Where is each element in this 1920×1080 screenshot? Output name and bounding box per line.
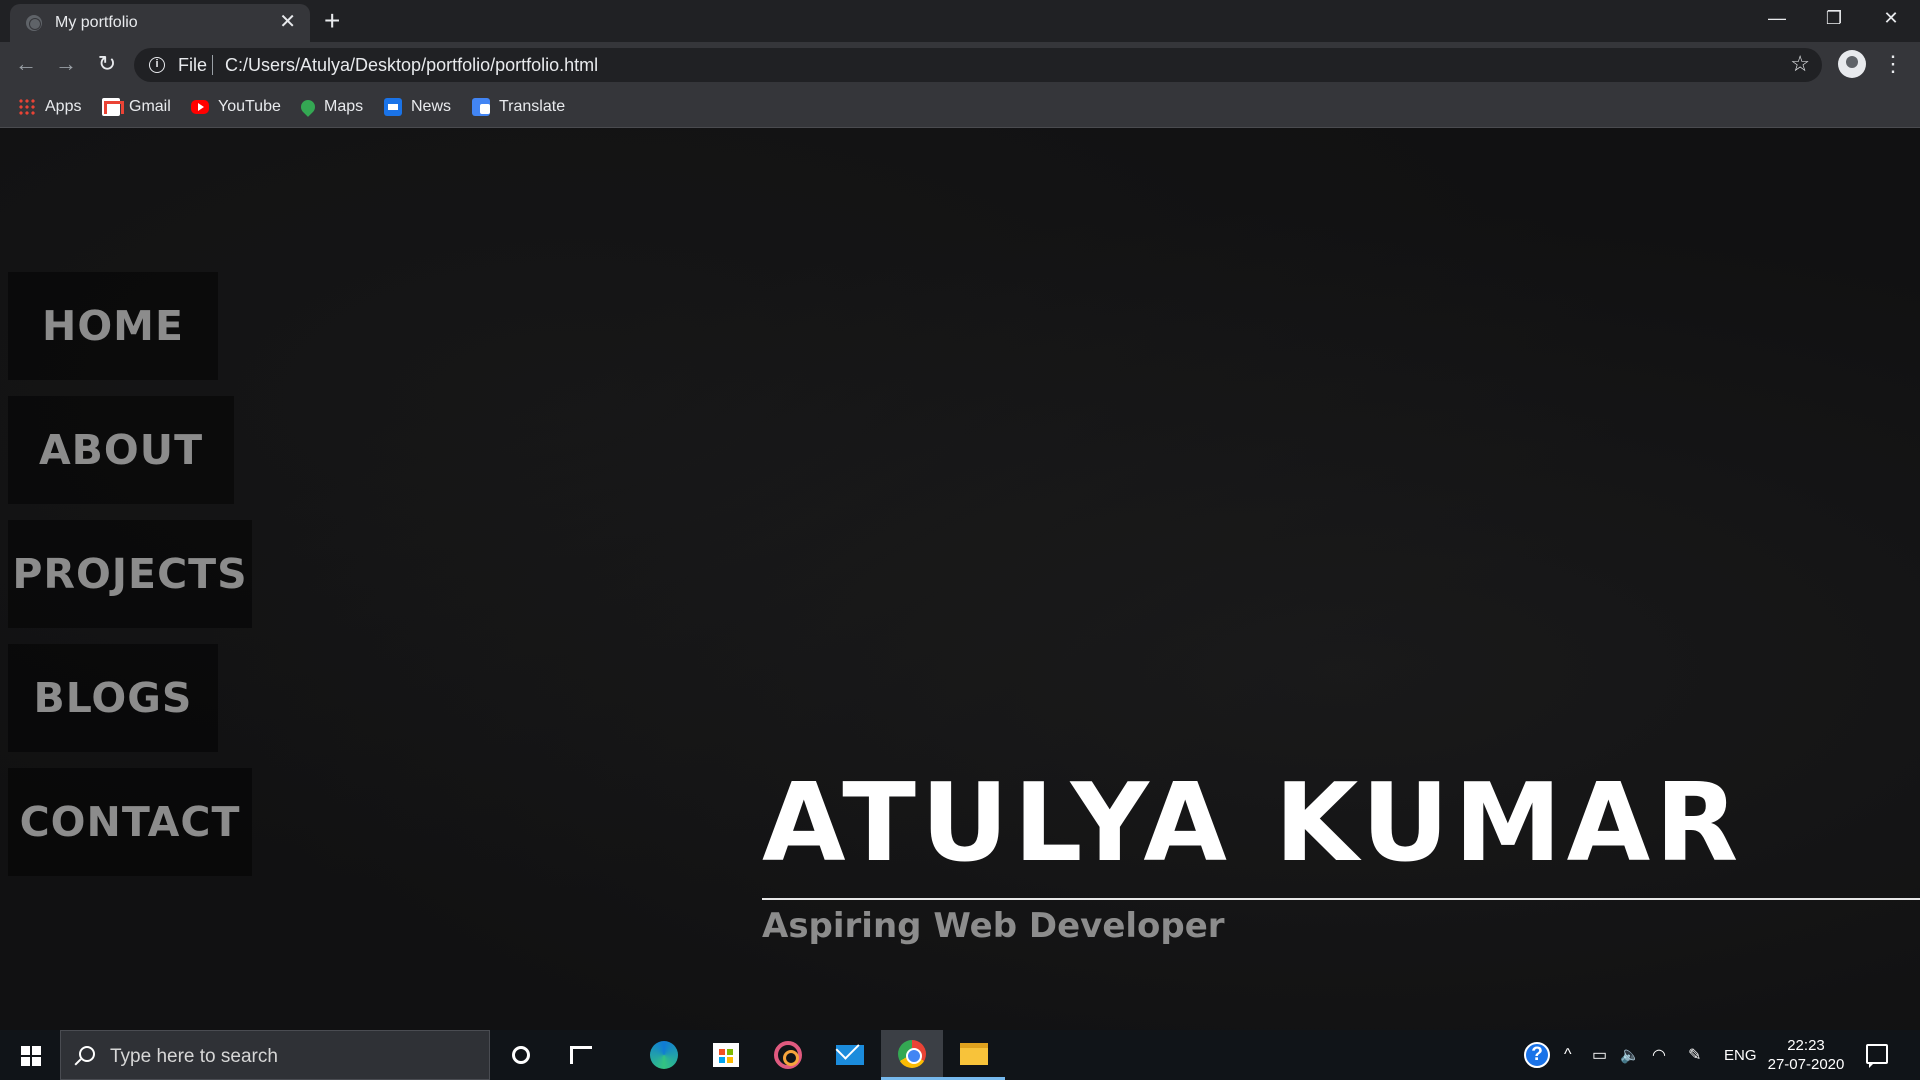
clock-time: 22:23 <box>1787 1037 1825 1054</box>
search-icon <box>79 1046 95 1062</box>
maps-icon <box>298 97 318 117</box>
groove-icon <box>774 1041 802 1069</box>
url-separator <box>212 55 213 75</box>
notification-center-icon[interactable] <box>1866 1044 1888 1068</box>
nav-projects[interactable]: PROJECTS <box>8 520 252 628</box>
edge-icon <box>650 1041 678 1069</box>
store-button[interactable] <box>695 1030 757 1080</box>
new-tab-button[interactable]: + <box>324 5 340 37</box>
pen-icon[interactable]: ✎ <box>1688 1030 1701 1080</box>
language-indicator[interactable]: ENG <box>1724 1030 1757 1080</box>
windows-logo-icon <box>21 1046 41 1066</box>
translate-icon <box>472 98 490 116</box>
apps-grid-icon <box>18 98 36 116</box>
show-hidden-icons-button[interactable]: ^ <box>1564 1030 1572 1080</box>
nav-home[interactable]: HOME <box>8 272 218 380</box>
task-view-icon <box>570 1046 592 1064</box>
bookmark-label: YouTube <box>218 98 281 115</box>
hero-name: ATULYA KUMAR <box>762 761 1744 886</box>
help-icon: ? <box>1524 1042 1550 1068</box>
help-tray[interactable]: ? <box>1524 1030 1550 1080</box>
bookmark-star-icon[interactable]: ☆ <box>1790 51 1810 77</box>
profile-avatar[interactable] <box>1838 50 1866 78</box>
browser-tab[interactable]: My portfolio ✕ <box>10 4 310 42</box>
battery-icon[interactable]: ▭ <box>1592 1030 1607 1080</box>
youtube-icon <box>191 100 209 114</box>
nav-about[interactable]: ABOUT <box>8 396 234 504</box>
nav-contact[interactable]: CONTACT <box>8 768 252 876</box>
bookmark-label: Translate <box>499 98 566 115</box>
taskbar-search-box[interactable]: Type here to search <box>60 1030 490 1080</box>
forward-button[interactable]: → <box>52 50 80 78</box>
gmail-icon <box>102 98 120 116</box>
url-text[interactable]: C:/Users/Atulya/Desktop/portfolio/portfo… <box>225 55 598 76</box>
search-placeholder: Type here to search <box>110 1046 278 1067</box>
site-info-icon[interactable]: i <box>149 57 165 73</box>
globe-icon <box>26 15 42 31</box>
bookmarks-bar: Apps Gmail YouTube Maps News Translate <box>0 86 1920 128</box>
chrome-icon <box>898 1039 926 1068</box>
bookmark-translate[interactable]: Translate <box>472 96 565 118</box>
reload-button[interactable]: ↻ <box>93 50 121 78</box>
bookmark-label: Apps <box>45 98 82 115</box>
close-window-button[interactable]: ✕ <box>1862 0 1920 36</box>
groove-button[interactable] <box>757 1030 819 1080</box>
bookmark-youtube[interactable]: YouTube <box>191 96 281 118</box>
clock[interactable]: 22:23 27-07-2020 <box>1766 1036 1846 1074</box>
url-scheme-label: File <box>178 55 208 75</box>
hero-subtitle: Aspiring Web Developer <box>762 906 1225 946</box>
bookmark-maps[interactable]: Maps <box>298 96 364 118</box>
restore-button[interactable]: ❐ <box>1805 0 1863 36</box>
address-bar[interactable]: i File C:/Users/Atulya/Desktop/portfolio… <box>134 48 1822 82</box>
bookmark-gmail[interactable]: Gmail <box>102 96 171 118</box>
browser-tabstrip: My portfolio ✕ + — ❐ ✕ <box>0 0 1920 42</box>
mail-icon <box>836 1045 864 1065</box>
browser-menu-icon[interactable]: ⋮ <box>1882 50 1904 78</box>
browser-toolbar: ← → ↻ i File C:/Users/Atulya/Desktop/por… <box>0 42 1920 86</box>
clock-date: 27-07-2020 <box>1767 1056 1845 1073</box>
cortana-button[interactable] <box>490 1030 552 1080</box>
taskbar: Type here to search ? ^ ▭ 🔈 ◠ ✎ ENG 22:2… <box>0 1030 1920 1080</box>
bookmark-label: Maps <box>324 98 364 115</box>
back-button[interactable]: ← <box>12 50 40 78</box>
tab-title: My portfolio <box>55 14 138 31</box>
volume-icon[interactable]: 🔈 <box>1620 1030 1640 1080</box>
file-explorer-icon <box>960 1042 988 1065</box>
nav-blogs[interactable]: BLOGS <box>8 644 218 752</box>
wifi-icon[interactable]: ◠ <box>1652 1030 1666 1080</box>
news-icon <box>384 98 402 116</box>
task-view-button[interactable] <box>550 1030 612 1080</box>
bookmark-apps[interactable]: Apps <box>18 96 81 118</box>
cortana-icon <box>512 1046 530 1064</box>
start-button[interactable] <box>0 1030 60 1080</box>
bookmark-label: News <box>411 98 452 115</box>
store-icon <box>713 1043 739 1067</box>
chrome-button[interactable] <box>881 1030 943 1080</box>
bookmark-label: Gmail <box>129 98 171 115</box>
bookmark-news[interactable]: News <box>384 96 451 118</box>
mail-button[interactable] <box>819 1030 881 1080</box>
page-viewport: HOME ABOUT PROJECTS BLOGS CONTACT ATULYA… <box>0 128 1920 1030</box>
file-explorer-button[interactable] <box>943 1030 1005 1080</box>
edge-button[interactable] <box>633 1030 695 1080</box>
tab-close-icon[interactable]: ✕ <box>279 11 296 33</box>
hero-divider <box>762 898 1920 900</box>
minimize-button[interactable]: — <box>1748 0 1806 36</box>
